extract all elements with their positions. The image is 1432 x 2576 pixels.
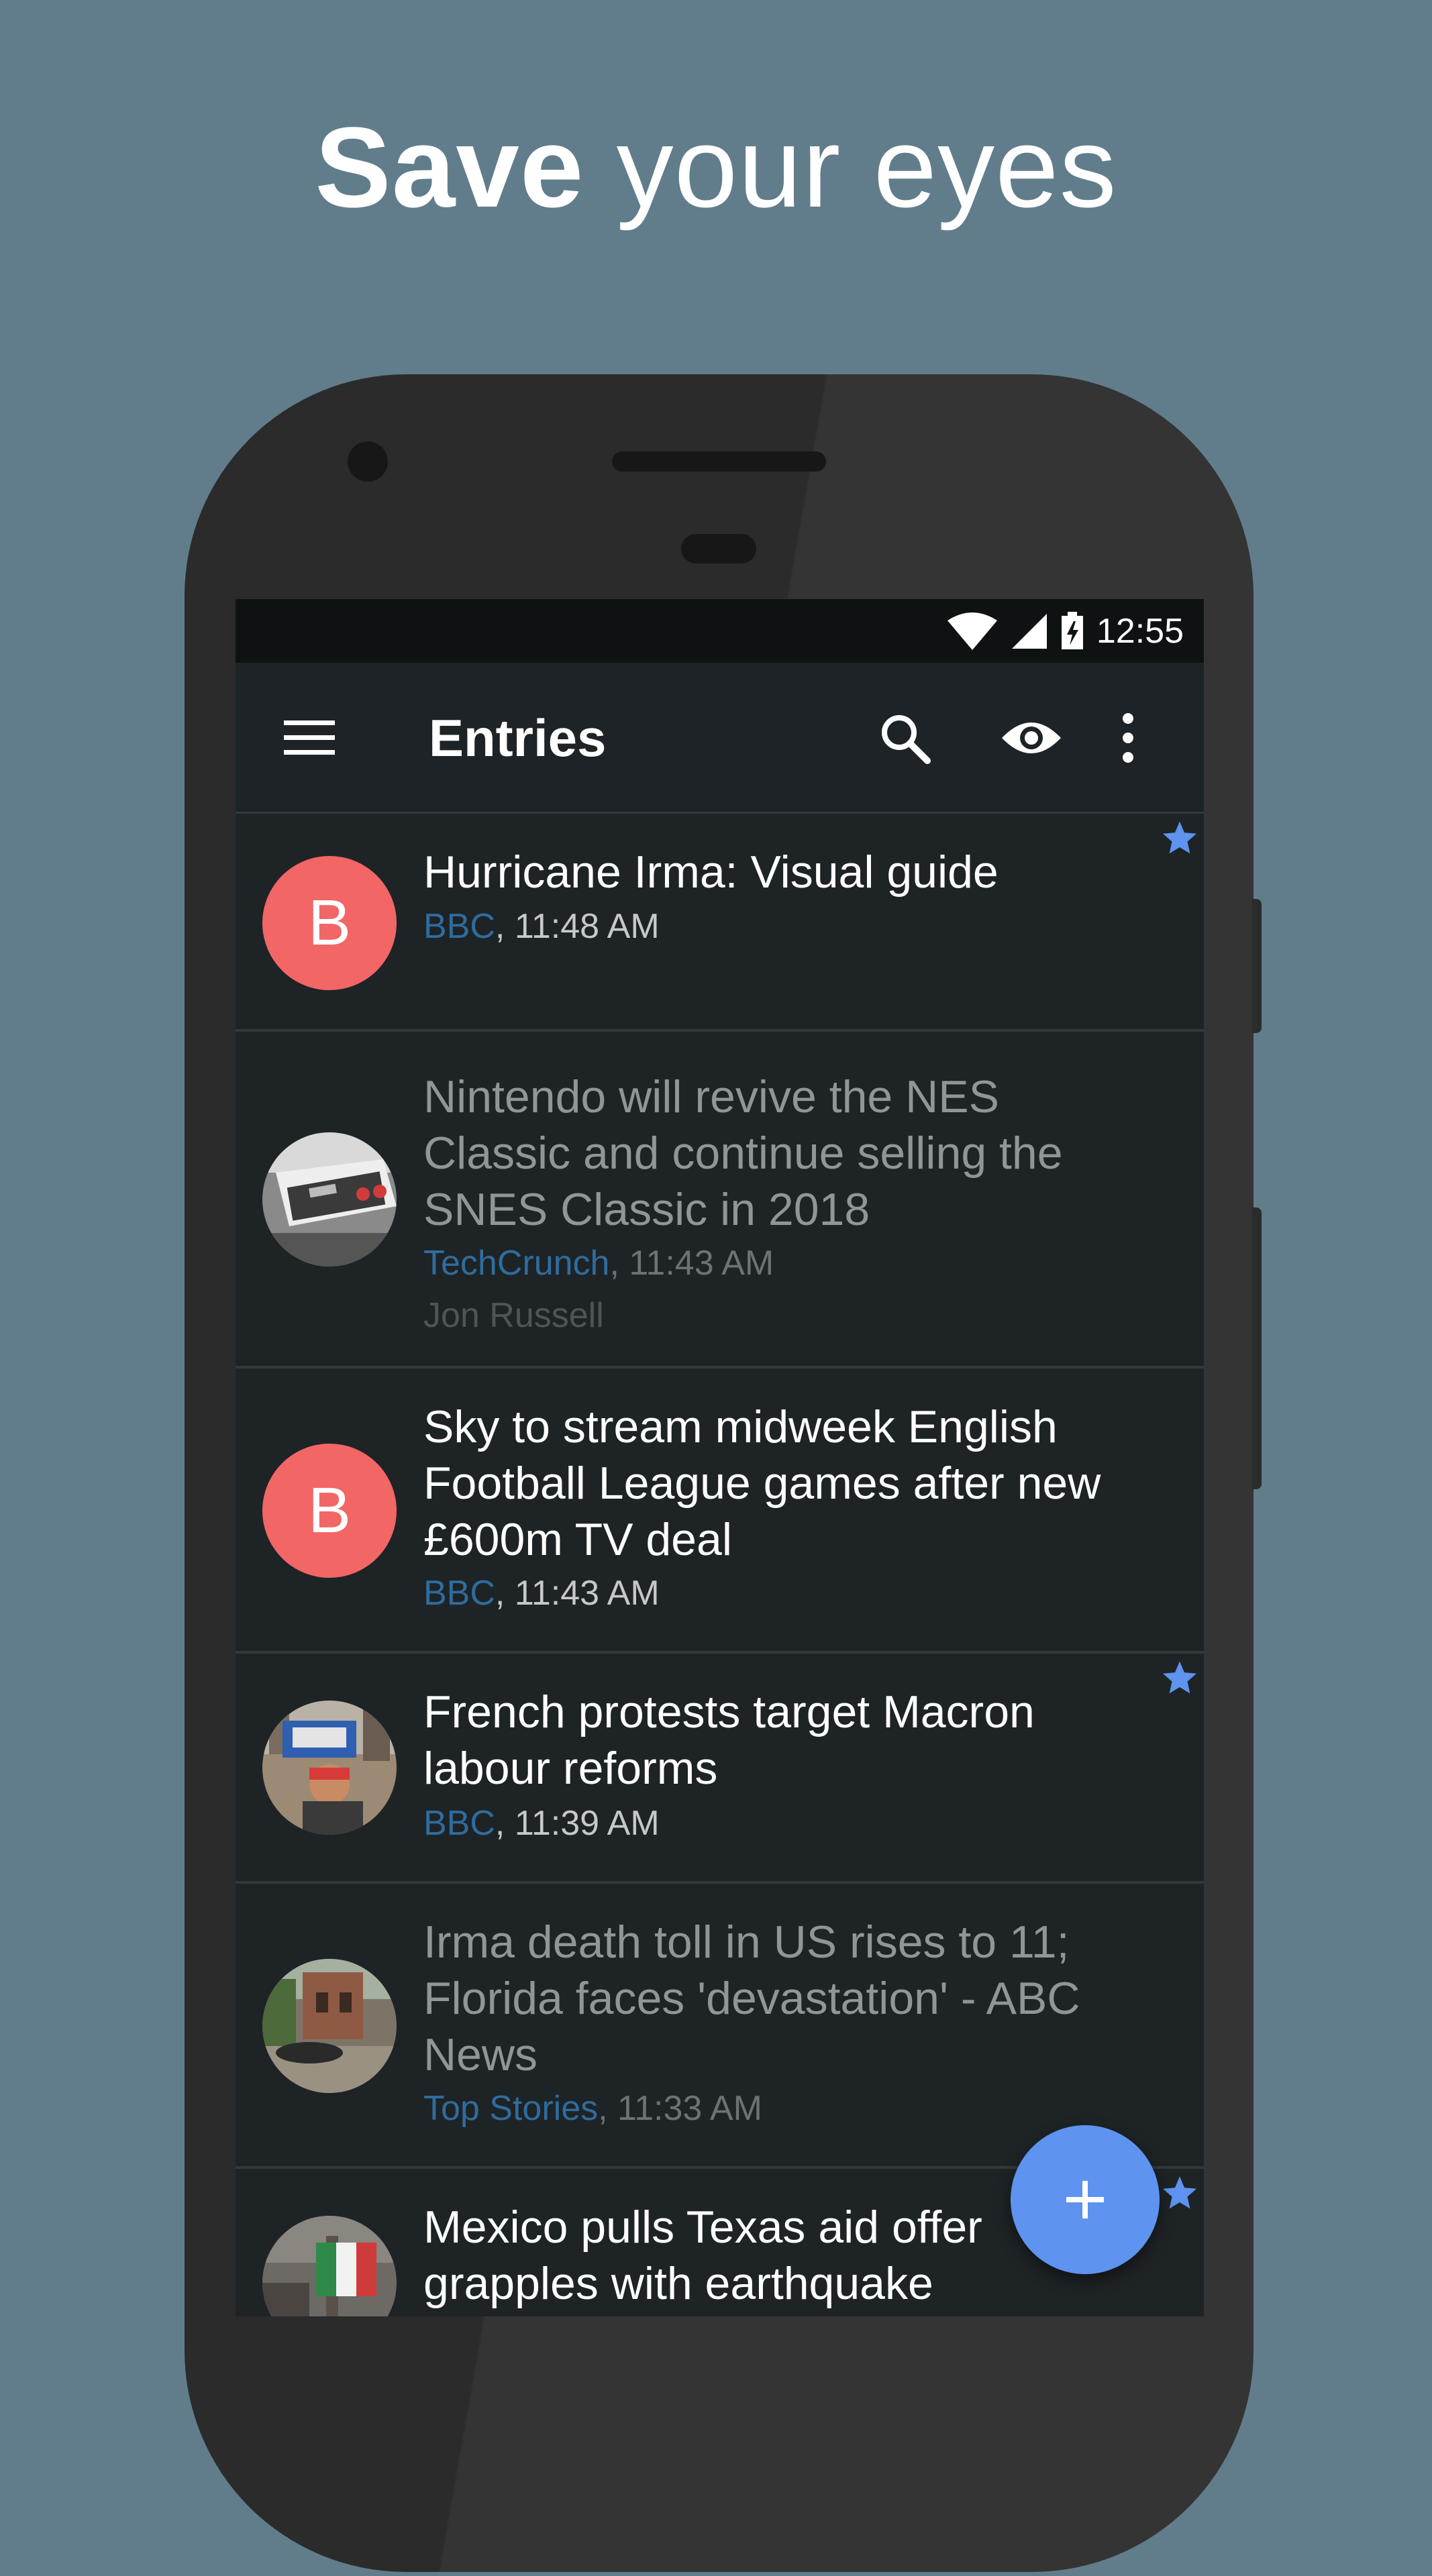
entry-meta: BBC, 11:39 AM [423,1800,660,1847]
menu-button[interactable] [276,704,343,771]
app-screen: 12:55 Entries B Hurricane Irma: Visual g… [236,599,1204,2316]
menu-icon [284,720,335,755]
entry-title: Hurricane Irma: Visual guide [423,847,999,898]
front-camera [348,441,388,482]
more-vert-icon [1123,713,1133,763]
thumbnail-image [262,1959,397,2093]
search-icon [882,715,931,764]
power-button [1252,899,1262,1033]
entry-title: Sky to stream midweek English Football L… [423,1401,1101,1565]
list-item[interactable]: B Sky to stream midweek English Football… [236,1368,1204,1654]
toolbar-title: Entries [429,708,607,767]
entries-list: B Hurricane Irma: Visual guide BBC, 11:4… [236,814,1204,2316]
headline-light: your eyes [616,104,1117,231]
signal-icon [1011,613,1047,649]
entry-time: , 11:39 AM [495,1804,660,1843]
status-bar: 12:55 [236,599,1204,663]
avatar: B [262,856,397,990]
avatar: B [262,1444,397,1578]
entry-meta: BBC, 11:48 AM [423,903,660,950]
search-button[interactable] [871,704,938,771]
app-toolbar: Entries [236,663,1204,814]
battery-icon [1061,611,1083,649]
plus-icon [1066,2181,1104,2218]
status-time: 12:55 [1096,611,1184,651]
star-icon[interactable] [1161,819,1198,857]
entry-title: Nintendo will revive the NES Classic and… [423,1071,1063,1235]
entry-source[interactable]: TechCrunch [423,1244,609,1283]
volume-button [1252,1208,1262,1489]
star-icon[interactable] [1161,1659,1198,1697]
entry-title: Irma death toll in US rises to 11; Flori… [423,1917,1080,2080]
add-feed-button[interactable] [1011,2125,1160,2274]
avatar [262,1132,397,1267]
entry-time: , 11:43 AM [495,1574,660,1613]
avatar [262,2216,397,2316]
entry-source[interactable]: BBC [423,1574,495,1613]
list-item[interactable]: Nintendo will revive the NES Classic and… [236,1032,1204,1368]
entry-time: , 11:48 AM [495,907,660,946]
star-icon[interactable] [1161,2174,1198,2212]
headline-bold: Save [315,104,584,231]
entry-time: , 11:33 AM [598,2089,762,2128]
entry-meta: TechCrunch, 11:43 AM [423,1240,774,1287]
thumbnail-image [262,1132,397,1267]
thumbnail-image [262,2216,397,2316]
read-filter-button[interactable] [998,704,1065,771]
entry-meta: BBC, 11:43 AM [423,1570,660,1617]
list-item[interactable]: French protests target Macron labour ref… [236,1654,1204,1884]
entry-source[interactable]: BBC [423,1804,495,1843]
entry-meta: Top Stories, 11:33 AM [423,2085,762,2132]
eye-icon [1002,722,1061,753]
entry-time: , 11:43 AM [609,1244,774,1283]
entry-source[interactable]: BBC [423,907,495,946]
proximity-sensor [681,534,756,564]
avatar [262,1959,397,2093]
entry-title: French protests target Macron labour ref… [423,1686,1035,1794]
more-options-button[interactable] [1094,704,1162,771]
earpiece-speaker [612,451,826,472]
promo-headline: Save your eyes [0,101,1432,235]
entry-author: Jon Russell [423,1296,604,1335]
list-item[interactable]: Irma death toll in US rises to 11; Flori… [236,1884,1204,2169]
list-item[interactable]: B Hurricane Irma: Visual guide BBC, 11:4… [236,814,1204,1032]
entry-source[interactable]: Top Stories [423,2089,598,2128]
thumbnail-image [262,1701,397,1835]
avatar [262,1701,397,1835]
wifi-icon [947,612,997,650]
